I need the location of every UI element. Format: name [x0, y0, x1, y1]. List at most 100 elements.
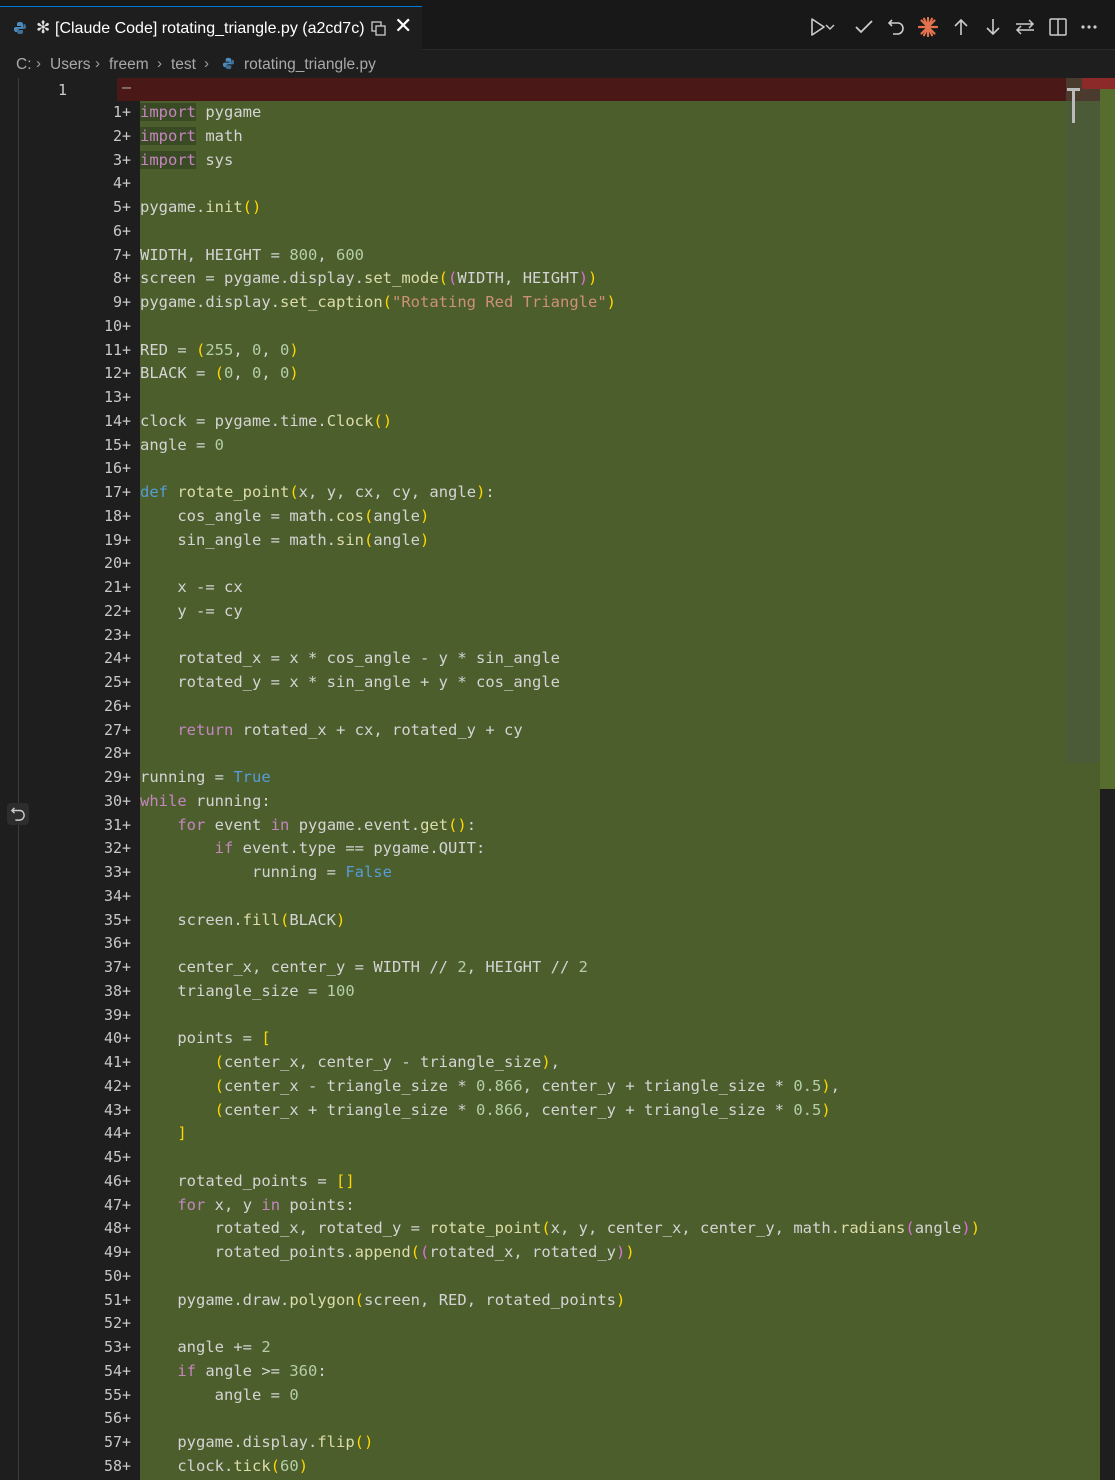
editor-tab[interactable]: ✻ [Claude Code] rotating_triangle.py (a2… [0, 6, 422, 50]
code-line[interactable]: 15 + angle = 0 [0, 434, 1115, 458]
code-line[interactable]: 17 + def rotate_point(x, y, cx, cy, angle)… [0, 481, 1115, 505]
code-line[interactable]: 19 + sin_angle = math.sin(angle) [0, 529, 1115, 553]
code-line[interactable]: 50 + [0, 1265, 1115, 1289]
arrow-up-icon[interactable] [948, 14, 974, 40]
code-line[interactable]: 45 + [0, 1146, 1115, 1170]
added-line-marker: + [122, 1076, 132, 1095]
code-line[interactable]: 53 + angle += 2 [0, 1336, 1115, 1360]
code-line[interactable]: 21 + x -= cx [0, 576, 1115, 600]
code-line[interactable]: 34 + [0, 885, 1115, 909]
code-line[interactable]: 8 + screen = pygame.display.set_mode((WIDT… [0, 267, 1115, 291]
code-line[interactable]: 52 + [0, 1312, 1115, 1336]
line-number: 27 [103, 720, 122, 739]
line-number: 24 [103, 649, 122, 668]
code-line[interactable]: 35 + screen.fill(BLACK) [0, 909, 1115, 933]
code-text: screen.fill(BLACK) [177, 910, 346, 929]
code-line[interactable]: 39 + [0, 1004, 1115, 1028]
code-line[interactable]: 25 + rotated_y = x * sin_angle + y * cos_… [0, 671, 1115, 695]
code-line[interactable]: 49 + rotated_points.append((rotated_x, ro… [0, 1241, 1115, 1265]
code-line[interactable]: 37 + center_x, center_y = WIDTH // 2, HEI… [0, 956, 1115, 980]
code-text: def rotate_point(x, y, cx, cy, angle): [140, 483, 495, 501]
code-line[interactable]: 6 + [0, 220, 1115, 244]
code-line[interactable]: 40 + points = [ [0, 1027, 1115, 1051]
breadcrumb: C: › Users › freem › test › rotating_tri… [0, 50, 1115, 80]
code-text: rotated_points.append((rotated_x, rotate… [214, 1243, 635, 1261]
code-line[interactable]: 1 + import pygame [0, 101, 1115, 125]
added-line-marker: + [122, 1029, 132, 1048]
code-line[interactable]: 2 + import math [0, 125, 1115, 149]
code-line[interactable]: 22 + y -= cy [0, 600, 1115, 624]
code-line[interactable]: 30 + while running: [0, 790, 1115, 814]
code-line[interactable]: 10 + [0, 315, 1115, 339]
breadcrumb-item-users[interactable]: Users [50, 56, 90, 74]
line-number: 5 [112, 198, 122, 216]
line-number: 25 [103, 673, 122, 691]
code-line[interactable]: 14 + clock = pygame.time.Clock() [0, 410, 1115, 434]
code-line[interactable]: 44 + ] [0, 1122, 1115, 1146]
breadcrumb-item-drive[interactable]: C: [16, 56, 32, 74]
breadcrumb-item-freem[interactable]: freem [109, 56, 149, 74]
code-line[interactable]: 18 + cos_angle = math.cos(angle) [0, 505, 1115, 529]
added-line-marker: + [122, 1171, 132, 1190]
code-line[interactable]: 13 + [0, 386, 1115, 410]
code-line[interactable]: 41 + (center_x, center_y - triangle_size)… [0, 1051, 1115, 1075]
chevron-down-icon[interactable] [823, 14, 837, 40]
line-number: 34 [103, 886, 122, 905]
line-number: 40 [103, 1029, 122, 1048]
code-line[interactable]: 20 + [0, 552, 1115, 576]
code-text: angle = 0 [140, 435, 225, 454]
close-icon[interactable]: ✕ [394, 15, 412, 37]
diff-copy-icon[interactable] [371, 21, 386, 41]
more-icon[interactable] [1076, 14, 1102, 40]
line-number: 2 [112, 126, 122, 145]
swap-icon[interactable] [1012, 14, 1038, 40]
added-line-marker: + [122, 459, 132, 478]
code-lines[interactable]: 1 + import pygame 2 + import math 3 + import sys… [0, 101, 1115, 1479]
code-text: running = False [251, 863, 392, 881]
code-line[interactable]: 32 + if event.type == pygame.QUIT: [0, 837, 1115, 861]
code-line[interactable]: 28 + [0, 742, 1115, 766]
code-line[interactable]: 57 + pygame.display.flip() [0, 1431, 1115, 1455]
code-line[interactable]: 51 + pygame.draw.polygon(screen, RED, rot… [0, 1289, 1115, 1313]
code-text: points = [ [177, 1029, 271, 1048]
code-line[interactable]: 9 + pygame.display.set_caption("Rotating R… [0, 291, 1115, 315]
code-line[interactable]: 23 + [0, 624, 1115, 648]
code-line[interactable]: 31 + for event in pygame.event.get(): [0, 814, 1115, 838]
code-line[interactable]: 4 + [0, 172, 1115, 196]
code-line[interactable]: 56 + [0, 1407, 1115, 1431]
code-line[interactable]: 47 + for x, y in points: [0, 1194, 1115, 1218]
scrollbar[interactable] [1066, 78, 1100, 763]
code-line[interactable]: 54 + if angle >= 360: [0, 1360, 1115, 1384]
code-line[interactable]: 55 + angle = 0 [0, 1384, 1115, 1408]
code-line[interactable]: 38 + triangle_size = 100 [0, 980, 1115, 1004]
code-editor[interactable]: 1 — 1 + import pygame 2 + import math 3 + import… [0, 78, 1115, 1480]
undo-icon[interactable] [883, 14, 909, 40]
code-line[interactable]: 36 + [0, 932, 1115, 956]
revert-change-button[interactable] [7, 803, 29, 825]
split-editor-icon[interactable] [1045, 14, 1071, 40]
code-line[interactable]: 46 + rotated_points = [] [0, 1170, 1115, 1194]
code-line[interactable]: 24 + rotated_x = x * cos_angle - y * sin_… [0, 647, 1115, 671]
code-text: rotated_x, rotated_y = rotate_point(x, y… [214, 1219, 981, 1238]
code-line[interactable]: 43 + (center_x + triangle_size * 0.866, c… [0, 1099, 1115, 1123]
code-line[interactable]: 5 + pygame.init() [0, 196, 1115, 220]
code-line[interactable]: 26 + [0, 695, 1115, 719]
breadcrumb-item-test[interactable]: test [171, 56, 196, 74]
added-line-marker: + [122, 578, 132, 596]
code-line[interactable]: 11 + RED = (255, 0, 0) [0, 339, 1115, 363]
code-line[interactable]: 42 + (center_x - triangle_size * 0.866, c… [0, 1075, 1115, 1099]
code-line[interactable]: 3 + import sys [0, 149, 1115, 173]
code-line[interactable]: 7 + WIDTH, HEIGHT = 800, 600 [0, 244, 1115, 268]
code-line[interactable]: 58 + clock.tick(60) [0, 1455, 1115, 1479]
accept-icon[interactable] [851, 14, 877, 40]
code-line[interactable]: 16 + [0, 457, 1115, 481]
code-line[interactable]: 29 + running = True [0, 766, 1115, 790]
code-line[interactable]: 33 + running = False [0, 861, 1115, 885]
code-line[interactable]: 12 + BLACK = (0, 0, 0) [0, 362, 1115, 386]
claude-icon[interactable] [915, 14, 941, 40]
code-line[interactable]: 27 + return rotated_x + cx, rotated_y + c… [0, 719, 1115, 743]
code-line[interactable]: 48 + rotated_x, rotated_y = rotate_point(… [0, 1217, 1115, 1241]
arrow-down-icon[interactable] [980, 14, 1006, 40]
added-line-marker: + [122, 958, 132, 976]
breadcrumb-item-file[interactable]: rotating_triangle.py [244, 56, 376, 74]
